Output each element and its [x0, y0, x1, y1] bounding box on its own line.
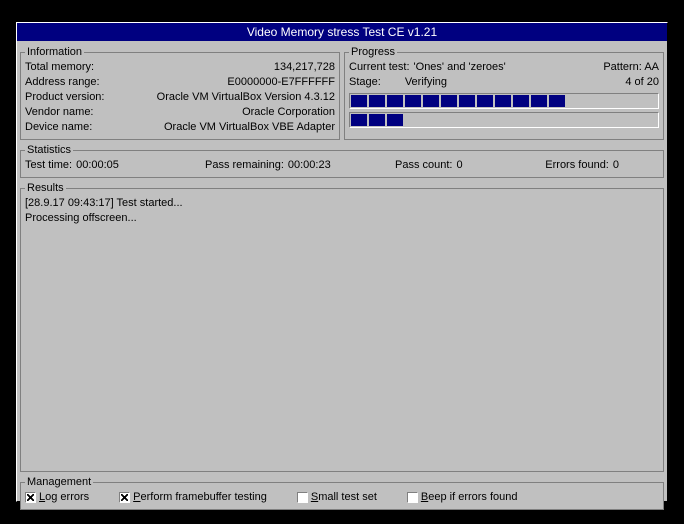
pass-remaining-value: 00:00:23 [288, 158, 331, 173]
management-label: Log errors [39, 490, 89, 505]
pass-count-label: Pass count: [395, 158, 452, 173]
information-group: Information Total memory:134,217,728Addr… [20, 46, 340, 140]
pattern-label: Pattern: [603, 61, 642, 73]
information-legend: Information [25, 46, 84, 58]
progress-group: Progress Current test: 'Ones' and 'zeroe… [344, 46, 664, 140]
progress-segment [369, 95, 385, 107]
info-value: Oracle VM VirtualBox VBE Adapter [164, 120, 335, 135]
pass-remaining-label: Pass remaining: [205, 158, 284, 173]
progress-segment [513, 95, 529, 107]
progress-segment [405, 95, 421, 107]
statistics-legend: Statistics [25, 144, 73, 156]
management-group: Management Log errors Perform framebuffer… [20, 476, 664, 510]
progress-bar-2 [349, 112, 659, 128]
management-option[interactable]: Beep if errors found [407, 490, 518, 505]
progress-bar-1 [349, 93, 659, 109]
info-label: Device name: [25, 120, 92, 135]
stage-value: Verifying [405, 75, 447, 90]
info-value: Oracle VM VirtualBox Version 4.3.12 [157, 90, 335, 105]
results-text: [28.9.17 09:43:17] Test started...Proces… [25, 196, 659, 226]
progress-segment [369, 114, 385, 126]
progress-segment [441, 95, 457, 107]
info-row: Device name: Oracle VM VirtualBox VBE Ada… [25, 120, 335, 135]
info-row: Product version: Oracle VM VirtualBox Ver… [25, 90, 335, 105]
statistics-group: Statistics Test time: 00:00:05 Pass rema… [20, 144, 664, 178]
info-label: Product version: [25, 90, 104, 105]
progress-segment [459, 95, 475, 107]
results-line: Processing offscreen... [25, 211, 659, 226]
progress-segment [549, 95, 565, 107]
progress-count: 4 of 20 [625, 75, 659, 90]
current-test-label: Current test: [349, 60, 410, 75]
test-time-value: 00:00:05 [76, 158, 119, 173]
progress-segment [495, 95, 511, 107]
pattern-value: AA [644, 61, 659, 73]
management-label: Beep if errors found [421, 490, 518, 505]
test-time-label: Test time: [25, 158, 72, 173]
checkbox-icon[interactable] [297, 492, 308, 503]
content-area: Information Total memory:134,217,728Addr… [17, 41, 667, 513]
results-group: Results [28.9.17 09:43:17] Test started.… [20, 182, 664, 472]
stage-label: Stage: [349, 75, 381, 90]
info-label: Vendor name: [25, 105, 94, 120]
errors-value: 0 [613, 158, 619, 173]
checkbox-icon[interactable] [407, 492, 418, 503]
errors-label: Errors found: [545, 158, 609, 173]
management-label: Small test set [311, 490, 377, 505]
info-label: Total memory: [25, 60, 94, 75]
progress-segment [531, 95, 547, 107]
management-option[interactable]: Small test set [297, 490, 377, 505]
current-test-value: 'Ones' and 'zeroes' [414, 60, 506, 75]
window-title: Video Memory stress Test CE v1.21 [247, 25, 437, 39]
progress-segment [423, 95, 439, 107]
progress-legend: Progress [349, 46, 397, 58]
progress-segment [477, 95, 493, 107]
info-value: E0000000-E7FFFFFF [227, 75, 335, 90]
management-option[interactable]: Log errors [25, 490, 89, 505]
info-row: Vendor name: Oracle Corporation [25, 105, 335, 120]
info-label: Address range: [25, 75, 100, 90]
checkbox-icon[interactable] [119, 492, 130, 503]
results-legend: Results [25, 182, 66, 194]
management-label: Perform framebuffer testing [133, 490, 267, 505]
progress-segment [351, 114, 367, 126]
info-value: 134,217,728 [274, 60, 335, 75]
progress-segment [387, 95, 403, 107]
management-option[interactable]: Perform framebuffer testing [119, 490, 267, 505]
info-row: Total memory: 134,217,728 [25, 60, 335, 75]
progress-segment [387, 114, 403, 126]
management-legend: Management [25, 476, 93, 488]
results-line: [28.9.17 09:43:17] Test started... [25, 196, 659, 211]
app-window: Video Memory stress Test CE v1.21 Inform… [16, 22, 668, 502]
titlebar: Video Memory stress Test CE v1.21 [17, 23, 667, 41]
progress-segment [351, 95, 367, 107]
checkbox-icon[interactable] [25, 492, 36, 503]
pass-count-value: 0 [456, 158, 462, 173]
info-row: Address range: E0000000-E7FFFFFF [25, 75, 335, 90]
info-value: Oracle Corporation [242, 105, 335, 120]
